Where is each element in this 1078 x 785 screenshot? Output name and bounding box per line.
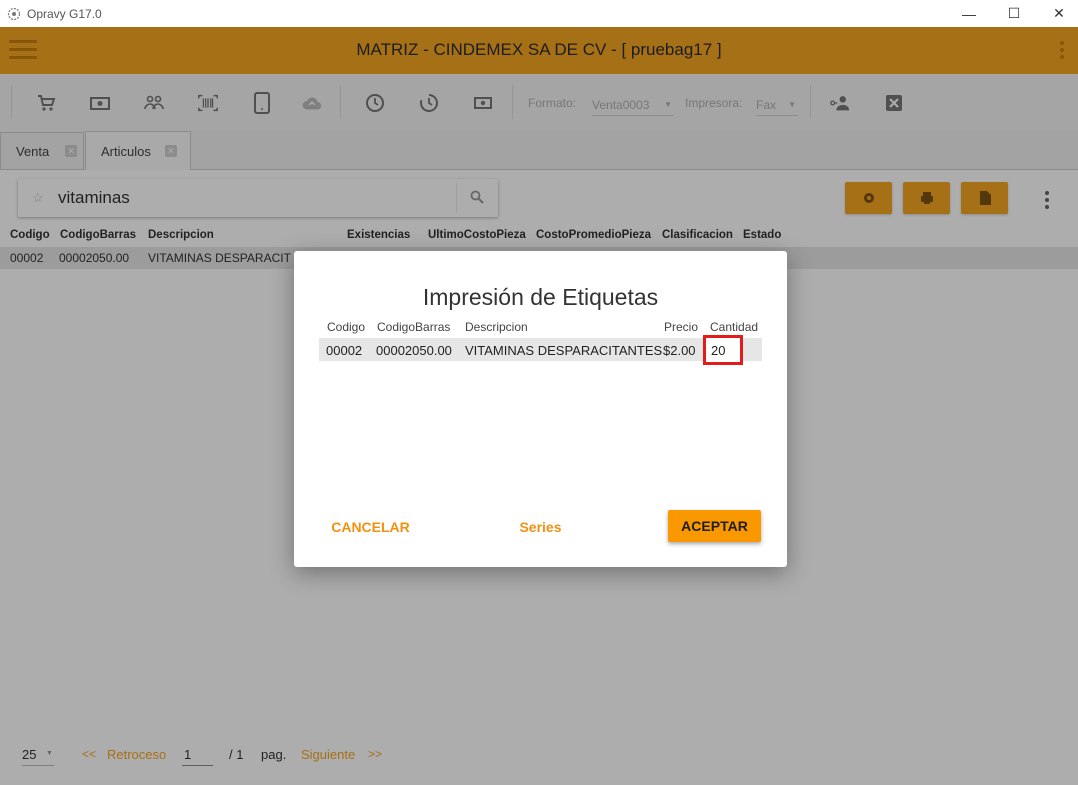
dialog-cell-codigobarras: 00002050.00 xyxy=(376,343,452,358)
series-button[interactable]: Series xyxy=(509,510,572,544)
maximize-button[interactable]: ☐ xyxy=(991,0,1037,27)
dialog-cell-precio: $2.00 xyxy=(663,343,696,358)
minimize-button[interactable]: — xyxy=(946,0,992,27)
accept-button[interactable]: ACEPTAR xyxy=(668,510,761,542)
quantity-value: 20 xyxy=(711,343,726,358)
maximize-icon: ☐ xyxy=(1007,5,1021,21)
quantity-input[interactable]: 20 xyxy=(703,335,743,365)
window-title: Opravy G17.0 xyxy=(27,6,102,21)
dialog-table-row[interactable]: 00002 00002050.00 VITAMINAS DESPARACITAN… xyxy=(319,335,762,365)
app-window: Opravy G17.0 — ☐ ✕ MATRIZ - CINDEMEX SA … xyxy=(0,0,1078,785)
dialog-column-header: Cantidad xyxy=(710,320,759,334)
label-print-dialog: Impresión de Etiquetas Codigo CodigoBarr… xyxy=(294,251,787,567)
app-logo-icon xyxy=(7,7,21,20)
dialog-column-header: CodigoBarras xyxy=(377,320,451,334)
dialog-title: Impresión de Etiquetas xyxy=(422,284,659,310)
dialog-column-header: Precio xyxy=(664,320,699,334)
dialog-cell-descripcion: VITAMINAS DESPARACITANTES xyxy=(465,343,663,358)
cancel-button[interactable]: CANCELAR xyxy=(324,510,417,544)
dialog-column-header: Codigo xyxy=(327,320,366,334)
dialog-column-header: Descripcion xyxy=(465,320,528,334)
minimize-icon: — xyxy=(962,5,976,22)
dialog-cell-codigo: 00002 xyxy=(326,343,363,358)
close-icon: ✕ xyxy=(1053,5,1065,21)
close-window-button[interactable]: ✕ xyxy=(1036,0,1078,27)
window-titlebar: Opravy G17.0 — ☐ ✕ xyxy=(0,0,1078,27)
dialog-grid-header: Codigo CodigoBarras Descripcion Precio C… xyxy=(319,317,762,337)
